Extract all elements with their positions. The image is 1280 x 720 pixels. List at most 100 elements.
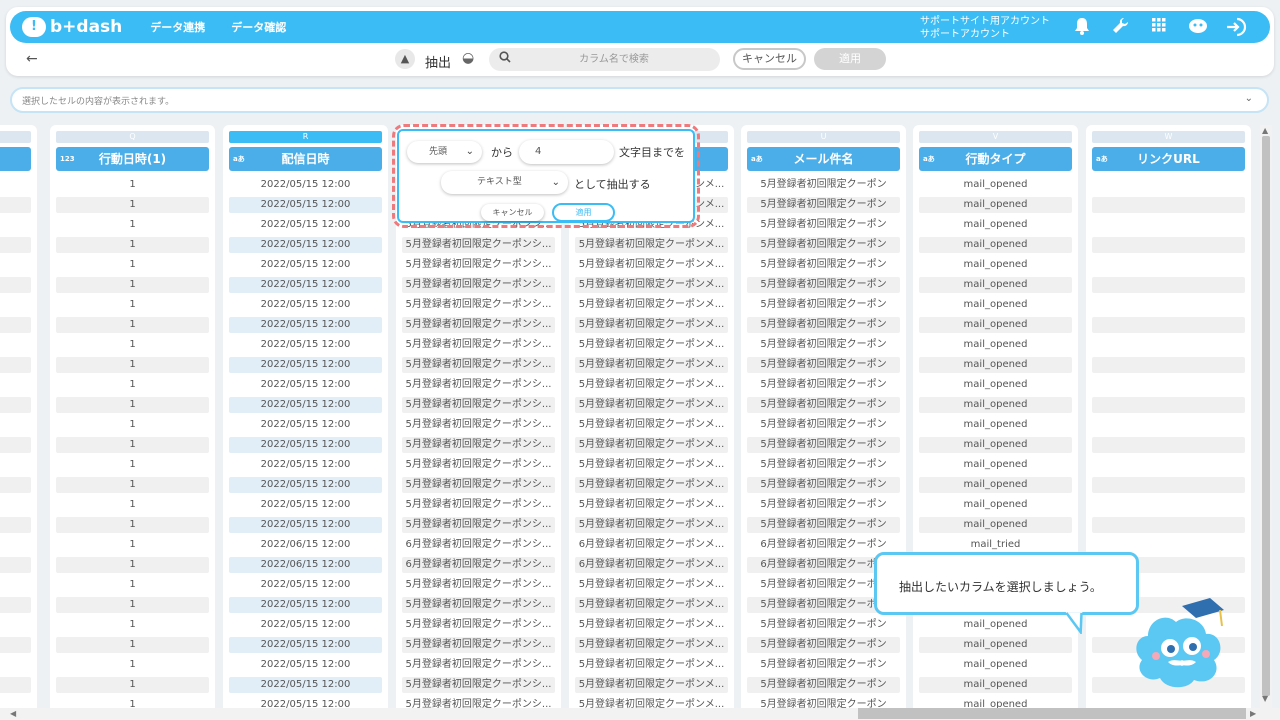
table-cell[interactable]: 5月登録者初回限定クーポン [747, 417, 900, 433]
table-cell[interactable]: 5月登録者初回限定クーポンメ... [575, 357, 728, 373]
table-cell[interactable]: 2022/06/15 12:00 [229, 537, 382, 553]
column-header[interactable]: 123 行動日時(1) [56, 147, 209, 171]
table-cell[interactable]: 1 [56, 297, 209, 313]
table-cell[interactable]: mail_opened [919, 497, 1072, 513]
table-cell[interactable]: 5月登録者初回限定クーポン [747, 397, 900, 413]
table-cell[interactable]: 5月登録者初回限定クーポン [747, 497, 900, 513]
table-cell[interactable] [0, 497, 31, 513]
table-cell[interactable] [0, 197, 31, 213]
support-icon[interactable] [1186, 17, 1210, 37]
nav-data-integration[interactable]: データ連携 [150, 19, 205, 35]
table-cell[interactable]: 5月登録者初回限定クーポン [747, 257, 900, 273]
table-cell[interactable] [1092, 337, 1245, 353]
table-cell[interactable] [1092, 477, 1245, 493]
table-cell[interactable]: mail_opened [919, 437, 1072, 453]
column-header[interactable]: aあ リンクURL [1092, 147, 1245, 171]
table-cell[interactable]: 2022/06/15 12:00 [229, 557, 382, 573]
table-cell[interactable] [0, 457, 31, 473]
table-cell[interactable]: mail_opened [919, 337, 1072, 353]
table-cell[interactable]: 5月登録者初回限定クーポンメ... [575, 317, 728, 333]
table-cell[interactable] [0, 617, 31, 633]
table-cell[interactable]: 2022/05/15 12:00 [229, 397, 382, 413]
column-letter[interactable]: R [229, 131, 382, 143]
account-info[interactable]: サポートサイト用アカウント サポートアカウント [920, 15, 1050, 41]
table-cell[interactable]: mail_opened [919, 237, 1072, 253]
type-select[interactable]: テキスト型 ⌄ [441, 171, 568, 194]
table-cell[interactable] [1092, 397, 1245, 413]
table-cell[interactable]: 5月登録者初回限定クーポンメ... [575, 377, 728, 393]
table-cell[interactable]: 5月登録者初回限定クーポンメ... [575, 517, 728, 533]
position-select[interactable]: 先頭 ⌄ [407, 141, 482, 163]
table-cell[interactable]: mail_opened [919, 517, 1072, 533]
table-cell[interactable]: 2022/05/15 12:00 [229, 677, 382, 693]
table-cell[interactable]: 2022/05/15 12:00 [229, 177, 382, 193]
table-cell[interactable]: 2022/05/15 12:00 [229, 217, 382, 233]
table-cell[interactable] [1092, 377, 1245, 393]
table-cell[interactable]: 5月登録者初回限定クーポン [747, 277, 900, 293]
column-header[interactable]: aあ メール件名 [747, 147, 900, 171]
logo[interactable]: ! b+dash [22, 17, 122, 37]
table-cell[interactable]: 5月登録者初回限定クーポンシ... [402, 457, 555, 473]
table-cell[interactable] [0, 417, 31, 433]
table-cell[interactable]: 5月登録者初回限定クーポンメ... [575, 577, 728, 593]
table-cell[interactable] [0, 317, 31, 333]
table-cell[interactable]: 1 [56, 517, 209, 533]
table-cell[interactable]: 5月登録者初回限定クーポン [747, 237, 900, 253]
table-cell[interactable]: mail_opened [919, 657, 1072, 673]
table-cell[interactable]: 5月登録者初回限定クーポン [747, 517, 900, 533]
table-cell[interactable] [1092, 497, 1245, 513]
table-cell[interactable]: 5月登録者初回限定クーポンメ... [575, 437, 728, 453]
table-cell[interactable] [1092, 417, 1245, 433]
table-cell[interactable]: 5月登録者初回限定クーポンシ... [402, 617, 555, 633]
table-cell[interactable]: 2022/05/15 12:00 [229, 337, 382, 353]
table-cell[interactable]: 1 [56, 597, 209, 613]
table-cell[interactable]: 5月登録者初回限定クーポンシ... [402, 277, 555, 293]
table-cell[interactable] [0, 377, 31, 393]
table-cell[interactable] [0, 697, 31, 708]
table-cell[interactable]: mail_opened [919, 217, 1072, 233]
table-cell[interactable]: 1 [56, 337, 209, 353]
table-cell[interactable]: 5月登録者初回限定クーポン [747, 437, 900, 453]
table-cell[interactable]: mail_opened [919, 637, 1072, 653]
table-cell[interactable] [1092, 317, 1245, 333]
table-cell[interactable]: 5月登録者初回限定クーポンメ... [575, 457, 728, 473]
table-cell[interactable]: 2022/05/15 12:00 [229, 377, 382, 393]
popup-apply-button[interactable]: 適用 [552, 203, 615, 222]
table-cell[interactable] [0, 397, 31, 413]
table-cell[interactable] [0, 337, 31, 353]
table-cell[interactable]: 5月登録者初回限定クーポンメ... [575, 337, 728, 353]
table-cell[interactable]: 5月登録者初回限定クーポン [747, 697, 900, 708]
column-letter[interactable]: W [1092, 131, 1245, 143]
table-cell[interactable] [1092, 697, 1245, 708]
table-cell[interactable]: 1 [56, 177, 209, 193]
table-cell[interactable] [0, 557, 31, 573]
cancel-button[interactable]: キャンセル [733, 48, 806, 70]
table-cell[interactable]: 2022/05/15 12:00 [229, 357, 382, 373]
table-cell[interactable] [1092, 257, 1245, 273]
table-cell[interactable]: 1 [56, 377, 209, 393]
bell-icon[interactable] [1072, 17, 1092, 37]
table-cell[interactable]: 5月登録者初回限定クーポン [747, 377, 900, 393]
table-cell[interactable]: 5月登録者初回限定クーポンメ... [575, 277, 728, 293]
table-cell[interactable]: 2022/05/15 12:00 [229, 617, 382, 633]
table-cell[interactable]: 5月登録者初回限定クーポン [747, 177, 900, 193]
table-cell[interactable]: 5月登録者初回限定クーポンメ... [575, 657, 728, 673]
table-cell[interactable]: 5月登録者初回限定クーポンシ... [402, 377, 555, 393]
table-cell[interactable]: 1 [56, 697, 209, 708]
table-cell[interactable] [0, 477, 31, 493]
table-cell[interactable] [0, 437, 31, 453]
chevron-down-icon[interactable]: ⌄ [1245, 93, 1253, 104]
table-cell[interactable]: 1 [56, 197, 209, 213]
table-cell[interactable]: 5月登録者初回限定クーポン [747, 337, 900, 353]
table-cell[interactable]: 5月登録者初回限定クーポン [747, 617, 900, 633]
table-cell[interactable]: mail_opened [919, 297, 1072, 313]
table-cell[interactable]: 1 [56, 497, 209, 513]
table-cell[interactable]: 2022/05/15 12:00 [229, 477, 382, 493]
table-cell[interactable]: 1 [56, 577, 209, 593]
table-cell[interactable]: 6月登録者初回限定クーポンシ... [402, 537, 555, 553]
table-cell[interactable]: 5月登録者初回限定クーポンシ... [402, 317, 555, 333]
table-cell[interactable] [1092, 517, 1245, 533]
horizontal-scrollbar-thumb[interactable] [858, 708, 1246, 719]
table-cell[interactable]: 1 [56, 397, 209, 413]
table-cell[interactable]: 2022/05/15 12:00 [229, 697, 382, 708]
